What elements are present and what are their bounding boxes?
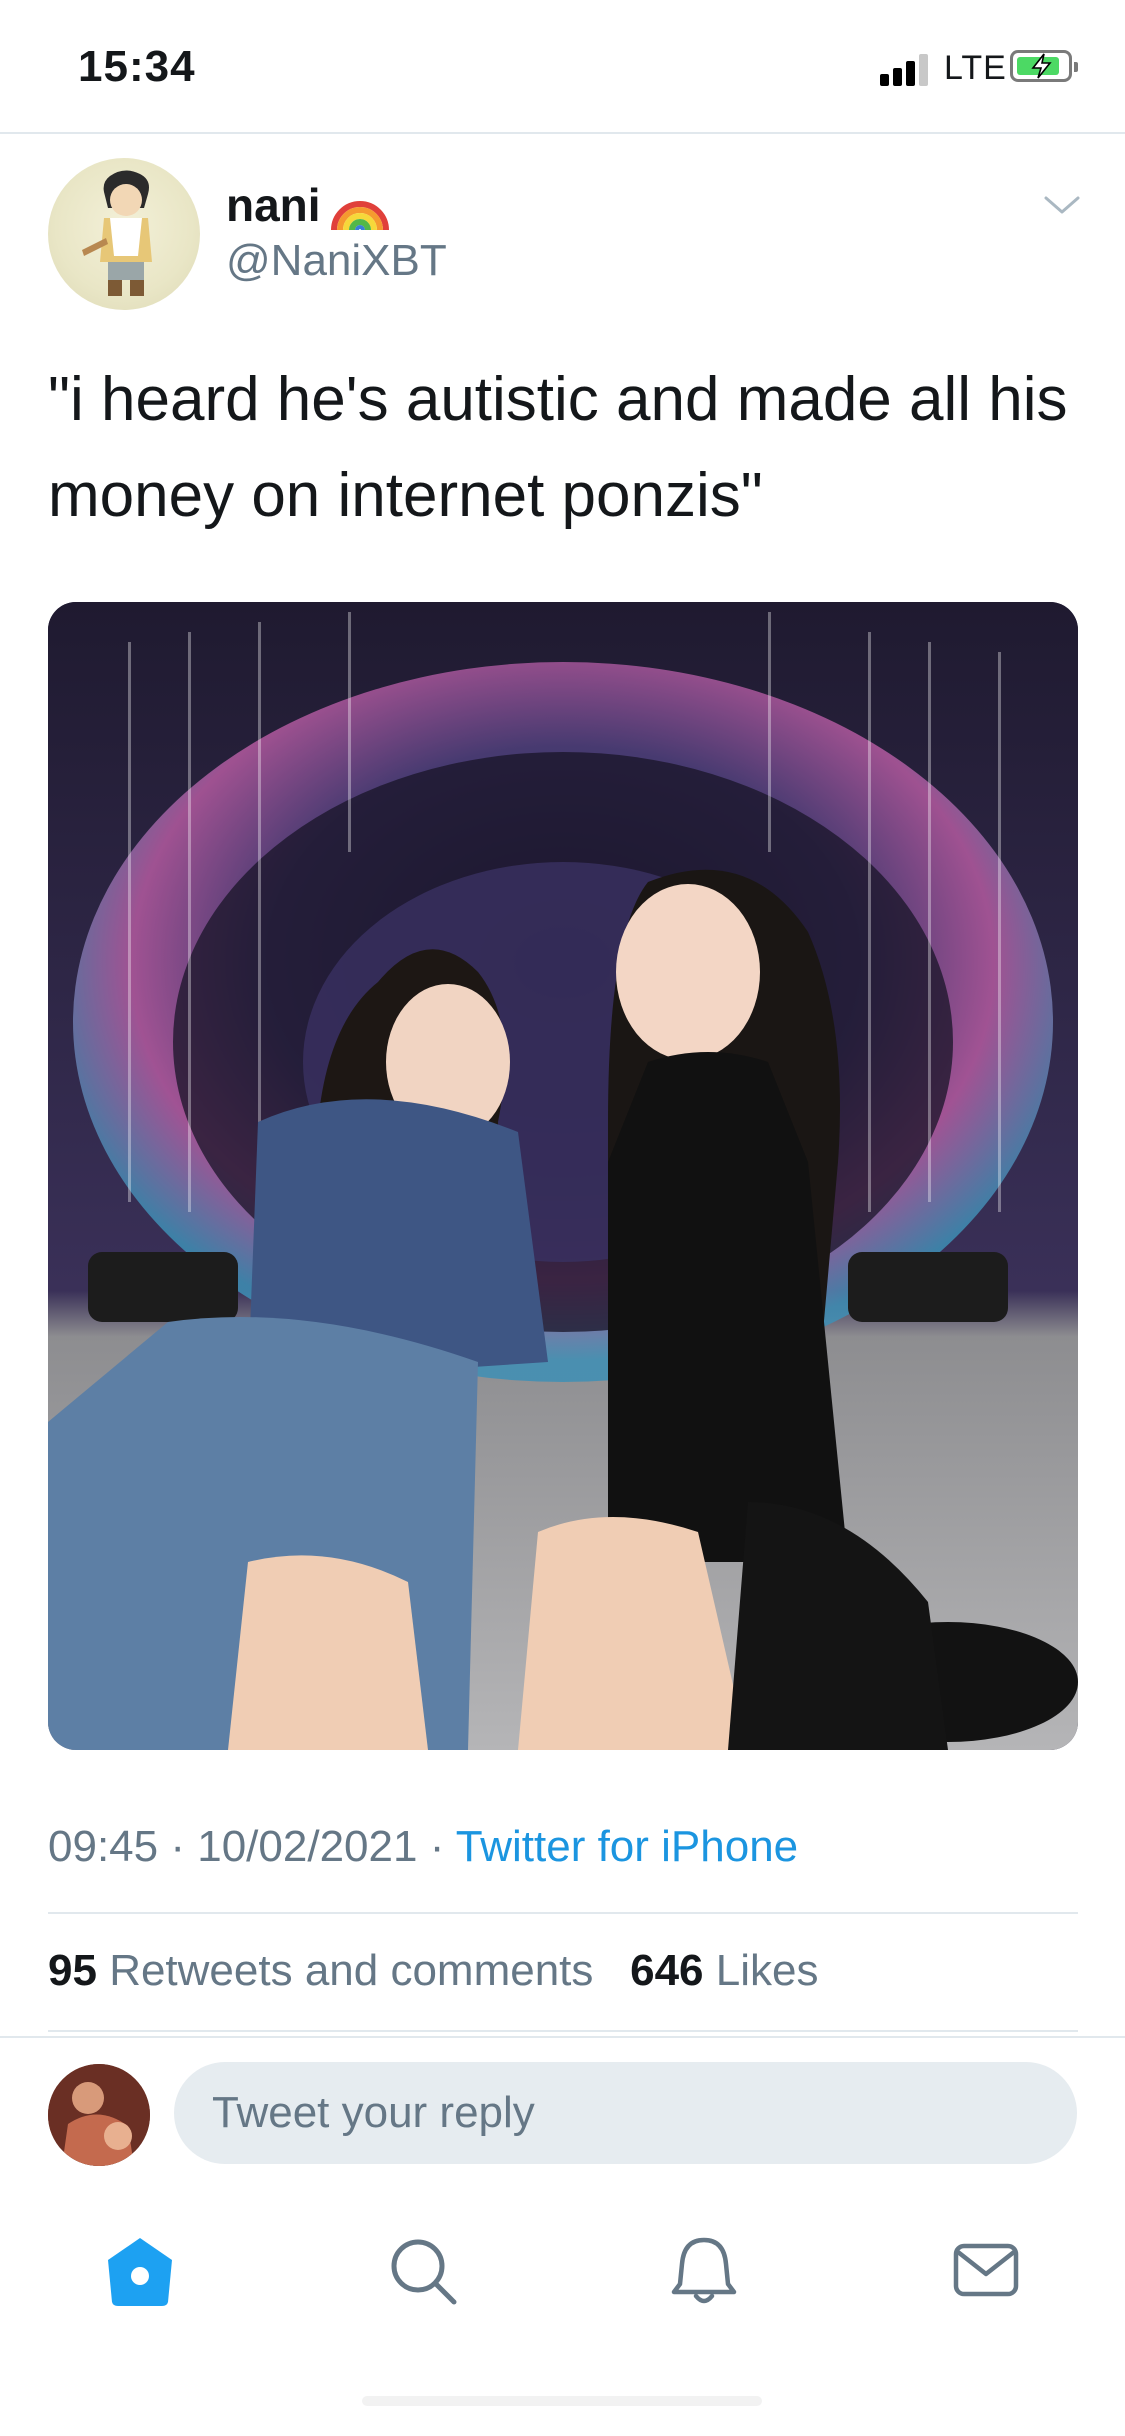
author-handle[interactable]: @NaniXBT xyxy=(226,236,447,286)
tweet-stats: 95 Retweets and comments 646 Likes xyxy=(48,1946,818,1996)
home-indicator[interactable] xyxy=(362,2396,762,2406)
retweets-label: Retweets and comments xyxy=(109,1946,594,1995)
messages-icon[interactable] xyxy=(946,2230,1026,2310)
tweet-date: 10/02/2021 xyxy=(197,1822,418,1871)
retweets-stat[interactable]: 95 Retweets and comments xyxy=(48,1946,593,1995)
tweet-source-link[interactable]: Twitter for iPhone xyxy=(456,1822,798,1871)
reply-placeholder: Tweet your reply xyxy=(212,2088,535,2137)
divider xyxy=(48,2030,1078,2032)
status-time: 15:34 xyxy=(78,42,196,91)
header-divider xyxy=(0,132,1125,134)
retweets-count: 95 xyxy=(48,1946,97,1995)
tweet-photo[interactable] xyxy=(48,602,1078,1750)
home-icon[interactable] xyxy=(100,2230,180,2310)
rainbow-icon xyxy=(331,201,389,231)
divider xyxy=(0,2036,1125,2038)
signal-strength-icon xyxy=(880,52,938,86)
search-icon[interactable] xyxy=(382,2230,462,2310)
divider xyxy=(48,1912,1078,1914)
network-type: LTE xyxy=(944,49,1007,87)
tweet-text: "i heard he's autistic and made all his … xyxy=(48,365,1068,530)
author-avatar[interactable] xyxy=(48,158,200,310)
tweet-time: 09:45 xyxy=(48,1822,159,1871)
user-avatar[interactable] xyxy=(48,2064,150,2166)
meta-separator: · xyxy=(429,1822,456,1871)
tab-bar xyxy=(0,2200,1125,2350)
likes-count: 646 xyxy=(630,1946,704,1995)
chevron-down-icon[interactable] xyxy=(1042,190,1082,220)
battery-icon xyxy=(1010,50,1078,82)
author-display-name[interactable]: nani xyxy=(226,178,321,232)
likes-label: Likes xyxy=(715,1946,819,1995)
notifications-icon[interactable] xyxy=(664,2230,744,2310)
likes-stat[interactable]: 646 Likes xyxy=(630,1946,818,1995)
reply-input[interactable]: Tweet your reply xyxy=(174,2062,1077,2164)
status-bar: 15:34 LTE xyxy=(0,0,1125,132)
tweet-timestamp: 09:45 · 10/02/2021 · Twitter for iPhone xyxy=(48,1822,798,1872)
meta-separator: · xyxy=(170,1822,198,1871)
